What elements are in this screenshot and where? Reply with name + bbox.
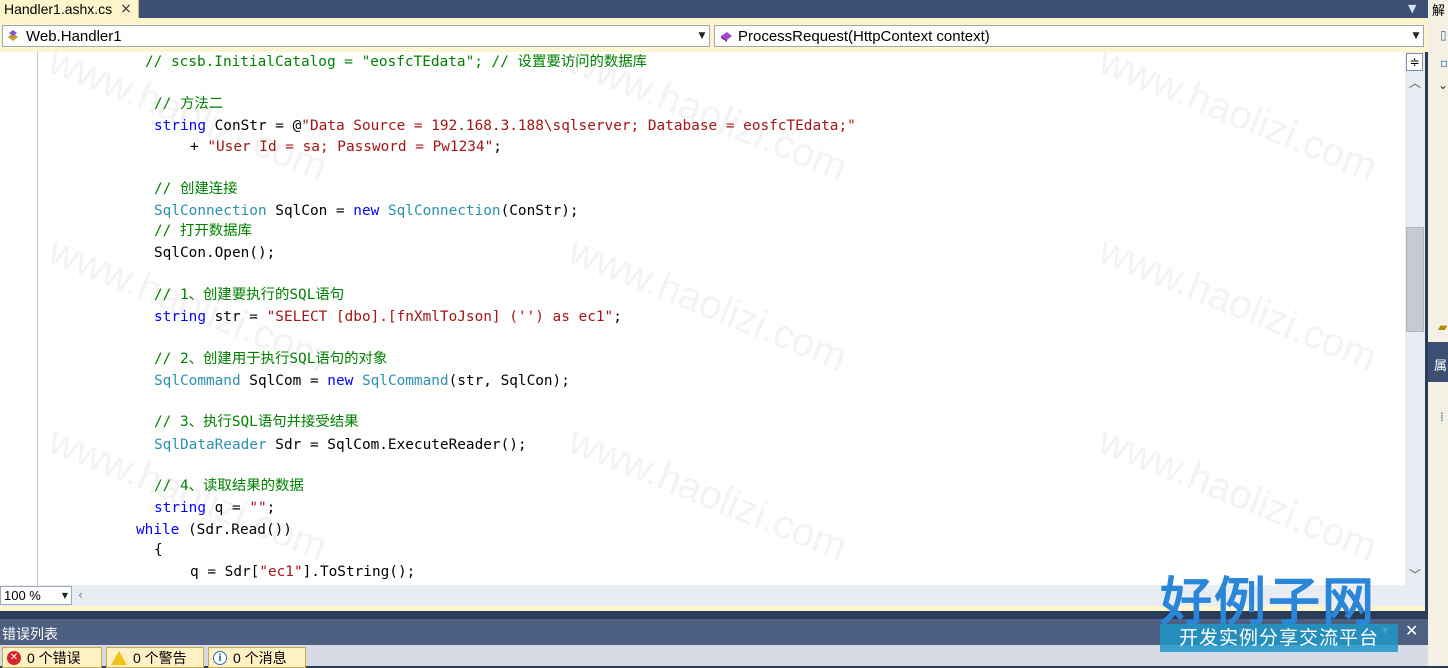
watermark-text: www.haolizi.com [562,418,854,570]
scroll-thumb[interactable] [1406,227,1424,332]
watermark-text: www.haolizi.com [1092,52,1384,190]
close-icon[interactable]: × [120,2,132,16]
code-line: SqlCon.Open(); [154,245,276,261]
code-line: // 1、创建要执行的SQL语句 [154,287,345,303]
zoom-dropdown[interactable]: 100 % ▼ [0,586,72,605]
code-editor[interactable]: // scsb.InitialCatalog = "eosfcTEdata"; … [0,52,1407,585]
code-line: // 4、读取结果的数据 [154,478,304,494]
tab-title: Handler1.ashx.cs [4,1,113,17]
info-icon: i [213,650,227,665]
code-line: // 方法二 [154,96,224,112]
close-icon[interactable]: ✕ [1405,621,1418,640]
code-line: string str = "SELECT [dbo].[fnXmlToJson]… [154,309,622,325]
chevron-down-icon[interactable]: ⌄ [1438,78,1448,92]
split-handle-icon[interactable]: ≑ [1406,53,1423,71]
messages-count: 0 个消息 [233,649,287,666]
warnings-filter-button[interactable]: 0 个警告 [106,647,204,668]
file-icon[interactable]: ▫ [1440,56,1448,70]
code-line: { [154,542,163,558]
error-icon: ✕ [7,650,21,665]
member-dropdown[interactable]: ProcessRequest(HttpContext context) ▼ [714,25,1424,47]
zoom-value: 100 % [4,588,41,603]
error-list-title: 错误列表 [2,627,58,643]
code-line: string q = ""; [154,500,276,516]
code-line: SqlConnection SqlCon = new SqlConnection… [154,203,579,219]
class-icon [5,27,23,45]
code-line: // 创建连接 [154,181,238,197]
code-line: // 2、创建用于执行SQL语句的对象 [154,351,388,367]
code-line: SqlCommand SqlCom = new SqlCommand(str, … [154,373,570,389]
warning-icon [111,650,127,665]
watermark-logo-sub: 开发实例分享交流平台 [1160,624,1398,652]
tab-handler1[interactable]: Handler1.ashx.cs × [0,0,139,18]
code-line: string ConStr = @"Data Source = 192.168.… [154,118,856,134]
code-line: // 3、执行SQL语句并接受结果 [154,414,359,430]
outlining-guide [37,52,38,585]
properties-icon[interactable]: ⁞ [1440,410,1444,424]
code-line: SqlDataReader Sdr = SqlCom.ExecuteReader… [154,437,527,453]
watermark-text: www.haolizi.com [562,228,854,380]
watermark-text: www.haolizi.com [1092,418,1384,570]
code-line: + "User Id = sa; Password = Pw1234"; [190,139,502,155]
errors-filter-button[interactable]: ✕ 0 个错误 [2,647,102,668]
errors-count: 0 个错误 [27,649,81,666]
navigation-bar: Web.Handler1 ▼ ProcessRequest(HttpContex… [0,21,1428,52]
scroll-down-icon[interactable]: ﹀ [1409,566,1421,583]
tab-list-dropdown-icon[interactable]: ▼ [1408,2,1416,15]
vertical-scrollbar[interactable]: ≑ ︿ ﹀ [1405,52,1425,585]
watermark-text: www.haolizi.com [1092,228,1384,380]
code-line: q = Sdr["ec1"].ToString(); [190,564,416,580]
scroll-up-icon[interactable]: ︿ [1409,74,1421,91]
member-dropdown-value: ProcessRequest(HttpContext context) [738,27,990,45]
side-panel-title: 解 [1432,4,1446,19]
messages-filter-button[interactable]: i 0 个消息 [208,647,306,668]
warnings-count: 0 个警告 [133,649,187,666]
chevron-down-icon[interactable]: ▼ [1409,31,1423,41]
properties-title: 属 [1434,359,1448,374]
document-tab-strip: Handler1.ashx.cs × ▼ [0,0,1428,20]
class-dropdown[interactable]: Web.Handler1 ▼ [2,25,710,47]
chevron-down-icon[interactable]: ▼ [59,591,71,600]
watermark-logo: 好例子网 开发实例分享交流平台 [1160,560,1400,660]
document-icon[interactable]: ▯ [1440,28,1447,42]
scroll-left-icon[interactable]: ‹ [78,588,83,602]
class-dropdown-value: Web.Handler1 [26,27,122,45]
chevron-down-icon[interactable]: ▼ [695,31,709,41]
method-icon [717,27,735,45]
code-line: while (Sdr.Read()) [136,522,292,538]
code-line: // scsb.InitialCatalog = "eosfcTEdata"; … [145,54,648,70]
folder-icon[interactable]: ▰ [1438,320,1447,334]
indicator-margin [0,52,20,585]
code-line: // 打开数据库 [154,223,252,239]
